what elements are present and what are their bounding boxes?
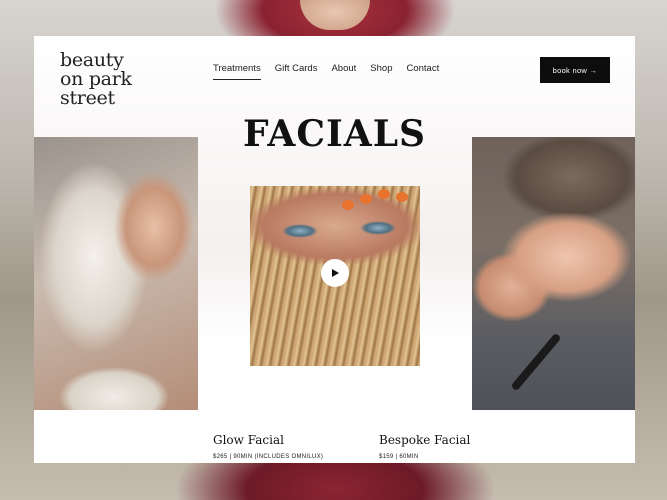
play-button[interactable]: [321, 259, 349, 287]
treatment-card[interactable]: Glow Facial $265 | 90MIN (INCLUDES OMNIL…: [213, 433, 323, 460]
nav-gift-cards[interactable]: Gift Cards: [275, 63, 318, 80]
facial-treatment-photo: [472, 137, 635, 410]
nav-contact[interactable]: Contact: [406, 63, 439, 80]
treatment-card[interactable]: Bespoke Facial $159 | 60MIN: [379, 433, 470, 460]
facial-tool: [510, 332, 562, 392]
nav-treatments[interactable]: Treatments: [213, 63, 261, 80]
main-nav: Treatments Gift Cards About Shop Contact: [213, 63, 439, 80]
orange-dot: [360, 194, 372, 204]
orange-dot: [342, 200, 354, 210]
orange-dot: [396, 192, 408, 202]
treatment-name: Bespoke Facial: [379, 433, 471, 447]
orange-dot: [378, 189, 390, 199]
treatment-name: Glow Facial: [213, 433, 284, 447]
facial-video-thumbnail[interactable]: [250, 186, 420, 366]
brand-logo[interactable]: beauty on park street: [60, 51, 132, 108]
treatment-meta: $159 | 60MIN: [379, 454, 419, 460]
play-icon: [332, 269, 339, 277]
treatment-meta: $265 | 90MIN (INCLUDES OMNILUX): [213, 454, 324, 460]
logo-line: street: [60, 87, 115, 109]
book-now-button[interactable]: book now →: [540, 57, 610, 83]
website-panel: beauty on park street Treatments Gift Ca…: [34, 36, 635, 463]
nav-shop[interactable]: Shop: [370, 63, 392, 80]
nav-about[interactable]: About: [331, 63, 356, 80]
towel-model-photo: [34, 137, 198, 410]
